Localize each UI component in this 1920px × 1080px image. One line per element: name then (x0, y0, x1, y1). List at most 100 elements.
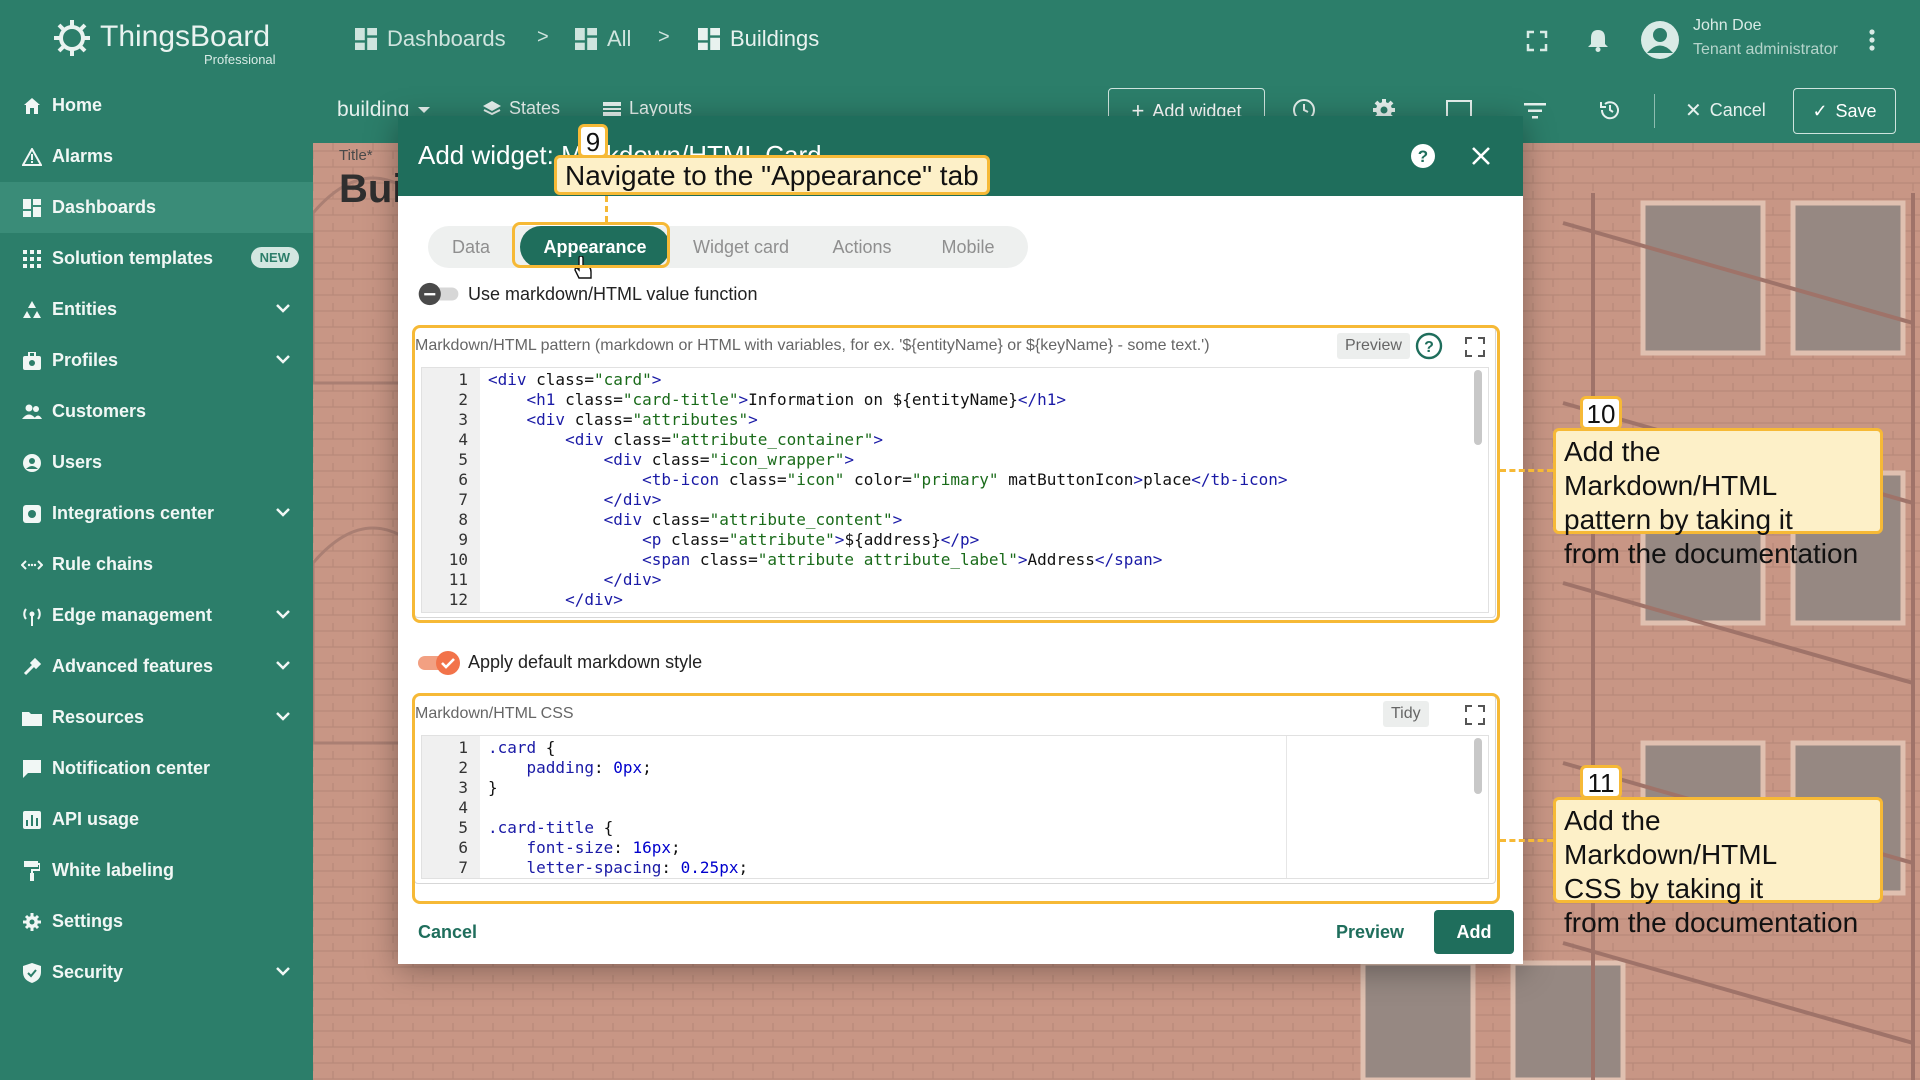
apply-style-toggle[interactable] (416, 649, 464, 677)
sidebar-item-security[interactable]: Security (0, 947, 313, 998)
history-icon[interactable] (1598, 98, 1622, 122)
highlight-pattern-section (412, 325, 1500, 623)
chevron-down-icon (276, 661, 290, 670)
breadcrumb-separator: > (537, 26, 549, 48)
callout-line: from the documentation (1564, 538, 1859, 569)
sidebar-item-api-usage[interactable]: API usage (0, 794, 313, 845)
value-function-toggle[interactable] (416, 282, 462, 306)
chevron-down-icon (276, 610, 290, 619)
sidebar-item-label: Home (52, 95, 103, 115)
callout-line: CSS by taking it (1564, 873, 1764, 904)
step-number-9: 9 (578, 124, 608, 158)
preview-button[interactable]: Preview (1336, 922, 1404, 943)
avatar[interactable] (1640, 20, 1680, 60)
tab-widget-card[interactable]: Widget card (676, 226, 806, 268)
logo[interactable]: ThingsBoard Professional (52, 16, 282, 68)
cancel-button[interactable]: Cancel (418, 922, 477, 943)
help-icon[interactable]: ? (1410, 143, 1436, 169)
edge-icon (20, 604, 44, 628)
brand-name: ThingsBoard (100, 20, 271, 53)
more-vert-icon[interactable] (1868, 28, 1876, 52)
gear-icon (20, 910, 44, 934)
sidebar-item-label: Solution templates (52, 248, 214, 268)
layouts-icon (603, 101, 621, 116)
tab-data[interactable]: Data (428, 226, 514, 268)
breadcrumb-dashboards[interactable]: Dashboards (355, 26, 506, 52)
sidebar-item-integrations-center[interactable]: Integrations center (0, 488, 313, 539)
caret-down-icon (418, 107, 431, 113)
bell-icon[interactable] (1587, 28, 1609, 52)
profiles-icon (20, 349, 44, 373)
sidebar-item-profiles[interactable]: Profiles (0, 335, 313, 386)
add-button[interactable]: Add (1434, 910, 1514, 954)
step-number-11: 11 (1580, 765, 1622, 799)
fullscreen-icon[interactable] (1526, 30, 1548, 52)
notification-icon (20, 757, 44, 781)
sidebar-item-label: Resources (52, 707, 145, 727)
chevron-down-icon (276, 304, 290, 313)
sidebar-item-home[interactable]: Home (0, 80, 313, 131)
thingsboard-logo-icon (54, 20, 90, 56)
apps-icon (20, 247, 44, 271)
sidebar-item-label: Profiles (52, 350, 119, 370)
sidebar-item-customers[interactable]: Customers (0, 386, 313, 437)
customers-icon (20, 400, 44, 424)
sidebar-item-label: Alarms (52, 146, 114, 166)
tab-label: Data (451, 236, 491, 257)
sidebar-item-label: Users (52, 452, 103, 472)
filter-icon[interactable] (1524, 103, 1546, 119)
add-label: Add (1456, 921, 1492, 942)
callout-line: pattern by taking it (1564, 504, 1793, 535)
new-badge: NEW (250, 247, 299, 268)
sidebar-item-resources[interactable]: Resources (0, 692, 313, 743)
sidebar-item-rule-chains[interactable]: Rule chains (0, 539, 313, 590)
dashboard-icon (355, 28, 377, 50)
sidebar-item-label: Security (52, 962, 124, 982)
highlight-css-section (412, 693, 1500, 904)
breadcrumb-all[interactable]: All (575, 26, 631, 52)
sidebar-item-users[interactable]: Users (0, 437, 313, 488)
chevron-down-icon (276, 508, 290, 517)
breadcrumb-label: Buildings (730, 26, 820, 51)
toolbar-divider (1654, 94, 1655, 128)
user-icon (20, 451, 44, 475)
breadcrumb-label: Dashboards (387, 26, 506, 51)
sidebar-item-label: API usage (52, 809, 140, 829)
sidebar-item-edge-management[interactable]: Edge management (0, 590, 313, 641)
callout-step-11: Add the Markdown/HTML CSS by taking it f… (1553, 797, 1883, 938)
sidebar-item-label: Edge management (52, 605, 213, 625)
sidebar-item-advanced-features[interactable]: Advanced features (0, 641, 313, 692)
sidebar-item-settings[interactable]: Settings (0, 896, 313, 947)
sidebar-item-entities[interactable]: Entities (0, 284, 313, 335)
cancel-button[interactable]: ✕ Cancel (1685, 98, 1766, 123)
sidebar-item-alarms[interactable]: Alarms (0, 131, 313, 182)
callout-line: from the documentation (1564, 907, 1859, 938)
sidebar-item-dashboards[interactable]: Dashboards (0, 182, 313, 233)
sidebar-item-label: Advanced features (52, 656, 214, 676)
sidebar-item-label: Dashboards (52, 197, 157, 217)
sidebar-item-white-labeling[interactable]: White labeling (0, 845, 313, 896)
callout-connector (1500, 469, 1553, 472)
shield-icon (20, 961, 44, 985)
tab-mobile[interactable]: Mobile (918, 226, 1018, 268)
sidebar-item-notification-center[interactable]: Notification center (0, 743, 313, 794)
paint-roller-icon (20, 859, 44, 883)
chart-icon (20, 808, 44, 832)
tab-label: Actions (832, 236, 892, 257)
breadcrumb-label: All (607, 26, 632, 51)
breadcrumb-buildings[interactable]: Buildings (698, 26, 819, 52)
chevron-down-icon (276, 712, 290, 721)
sidebar-item-solution-templates[interactable]: Solution templates NEW (0, 233, 313, 284)
check-icon: ✓ (1812, 100, 1828, 121)
breadcrumb-separator: > (658, 26, 670, 48)
sidebar-item-label: Notification center (52, 758, 211, 778)
dashboard-icon (20, 196, 44, 220)
layers-icon (483, 100, 501, 115)
folder-icon (20, 706, 44, 730)
save-button[interactable]: ✓ Save (1793, 88, 1896, 134)
close-icon[interactable] (1471, 146, 1491, 166)
tab-actions[interactable]: Actions (812, 226, 912, 268)
sidebar-item-label: White labeling (52, 860, 175, 880)
tools-icon (20, 655, 44, 679)
chevron-down-icon (276, 355, 290, 364)
